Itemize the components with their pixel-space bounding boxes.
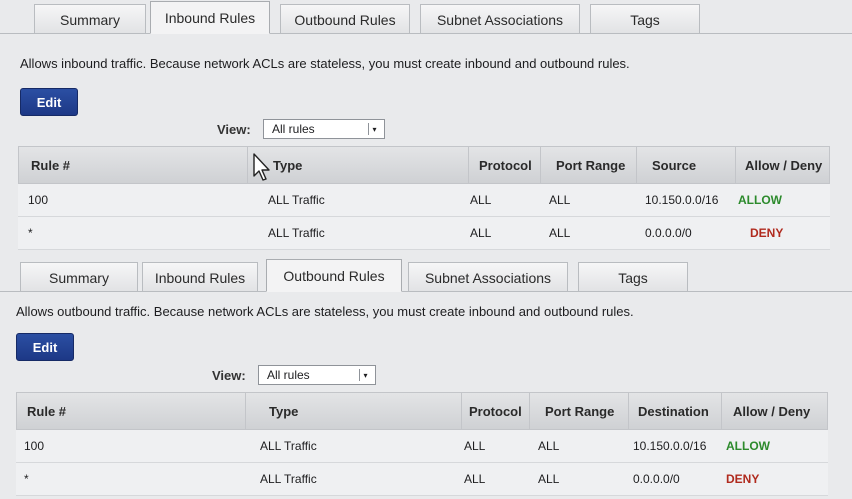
column-divider <box>529 393 530 429</box>
view-select-value: All rules <box>267 368 310 382</box>
rule-action: DENY <box>726 472 760 486</box>
column-header-rule[interactable]: Rule # <box>31 147 70 183</box>
mouse-cursor-icon <box>253 153 270 181</box>
rule-action: ALLOW <box>726 439 770 453</box>
view-label: View: <box>217 122 251 137</box>
tab-inbound-rules[interactable]: Inbound Rules <box>150 1 270 34</box>
column-divider <box>636 147 637 183</box>
column-divider <box>735 147 736 183</box>
column-header-source[interactable]: Source <box>652 147 696 183</box>
column-divider <box>247 147 248 183</box>
tab-tags[interactable]: Tags <box>590 4 700 34</box>
column-header-rule[interactable]: Rule # <box>27 393 66 429</box>
rule-number: 100 <box>24 439 45 453</box>
tab-inbound-rules[interactable]: Inbound Rules <box>142 262 258 292</box>
column-divider <box>245 393 246 429</box>
rule-number: * <box>24 472 29 486</box>
rule-action: ALLOW <box>738 193 782 207</box>
inbound-rules-panel: Summary Inbound Rules Outbound Rules Sub… <box>0 0 852 252</box>
column-header-port-range[interactable]: Port Range <box>556 147 625 183</box>
tab-bar-divider <box>0 33 852 34</box>
panel-description: Allows inbound traffic. Because network … <box>20 56 630 71</box>
tab-bar: Summary Inbound Rules Outbound Rules Sub… <box>0 0 852 34</box>
column-divider <box>540 147 541 183</box>
rule-type: ALL Traffic <box>268 226 325 240</box>
tab-outbound-rules[interactable]: Outbound Rules <box>266 259 402 292</box>
column-header-port-range[interactable]: Port Range <box>545 393 614 429</box>
rule-port-range: ALL <box>549 226 571 240</box>
column-header-allow-deny[interactable]: Allow / Deny <box>733 393 810 429</box>
rule-protocol: ALL <box>464 439 486 453</box>
tab-summary[interactable]: Summary <box>20 262 138 292</box>
rule-destination: 0.0.0.0/0 <box>633 472 680 486</box>
table-row[interactable]: * ALL Traffic ALL ALL 0.0.0.0/0 DENY <box>16 463 828 496</box>
tab-tags[interactable]: Tags <box>578 262 688 292</box>
rule-destination: 10.150.0.0/16 <box>633 439 707 453</box>
rule-protocol: ALL <box>470 193 492 207</box>
rule-port-range: ALL <box>538 439 560 453</box>
view-select-value: All rules <box>272 122 315 136</box>
column-header-type[interactable]: Type <box>269 393 298 429</box>
rules-table: Rule # Type Protocol Port Range Source A… <box>18 146 830 250</box>
rule-type: ALL Traffic <box>260 472 317 486</box>
column-header-protocol[interactable]: Protocol <box>479 147 532 183</box>
rule-protocol: ALL <box>470 226 492 240</box>
panel-description: Allows outbound traffic. Because network… <box>16 304 634 319</box>
edit-button[interactable]: Edit <box>20 88 78 116</box>
column-divider <box>721 393 722 429</box>
rule-type: ALL Traffic <box>260 439 317 453</box>
view-label: View: <box>212 368 246 383</box>
tab-outbound-rules[interactable]: Outbound Rules <box>280 4 410 34</box>
rule-protocol: ALL <box>464 472 486 486</box>
rule-number: 100 <box>28 193 49 207</box>
table-row[interactable]: 100 ALL Traffic ALL ALL 10.150.0.0/16 AL… <box>18 184 830 217</box>
rule-number: * <box>28 226 33 240</box>
tab-subnet-associations[interactable]: Subnet Associations <box>420 4 580 34</box>
view-select[interactable]: All rules ▾ <box>263 119 385 139</box>
tab-bar-divider <box>0 291 852 292</box>
rule-type: ALL Traffic <box>268 193 325 207</box>
column-header-type[interactable]: Type <box>273 147 302 183</box>
chevron-down-icon: ▾ <box>359 369 371 381</box>
view-select[interactable]: All rules ▾ <box>258 365 376 385</box>
chevron-down-icon: ▾ <box>368 123 380 135</box>
tab-subnet-associations[interactable]: Subnet Associations <box>408 262 568 292</box>
table-row[interactable]: * ALL Traffic ALL ALL 0.0.0.0/0 DENY <box>18 217 830 250</box>
column-divider <box>468 147 469 183</box>
column-divider <box>628 393 629 429</box>
outbound-rules-panel: Summary Inbound Rules Outbound Rules Sub… <box>0 258 852 499</box>
table-row[interactable]: 100 ALL Traffic ALL ALL 10.150.0.0/16 AL… <box>16 430 828 463</box>
rule-port-range: ALL <box>538 472 560 486</box>
edit-button[interactable]: Edit <box>16 333 74 361</box>
rule-source: 10.150.0.0/16 <box>645 193 719 207</box>
rule-port-range: ALL <box>549 193 571 207</box>
table-header: Rule # Type Protocol Port Range Source A… <box>18 146 830 184</box>
tab-summary[interactable]: Summary <box>34 4 146 34</box>
column-divider <box>461 393 462 429</box>
rule-action: DENY <box>750 226 784 240</box>
table-header: Rule # Type Protocol Port Range Destinat… <box>16 392 828 430</box>
column-header-destination[interactable]: Destination <box>638 393 709 429</box>
rule-source: 0.0.0.0/0 <box>645 226 692 240</box>
column-header-allow-deny[interactable]: Allow / Deny <box>745 147 822 183</box>
tab-bar: Summary Inbound Rules Outbound Rules Sub… <box>0 258 852 292</box>
column-header-protocol[interactable]: Protocol <box>469 393 522 429</box>
rules-table: Rule # Type Protocol Port Range Destinat… <box>16 392 828 496</box>
